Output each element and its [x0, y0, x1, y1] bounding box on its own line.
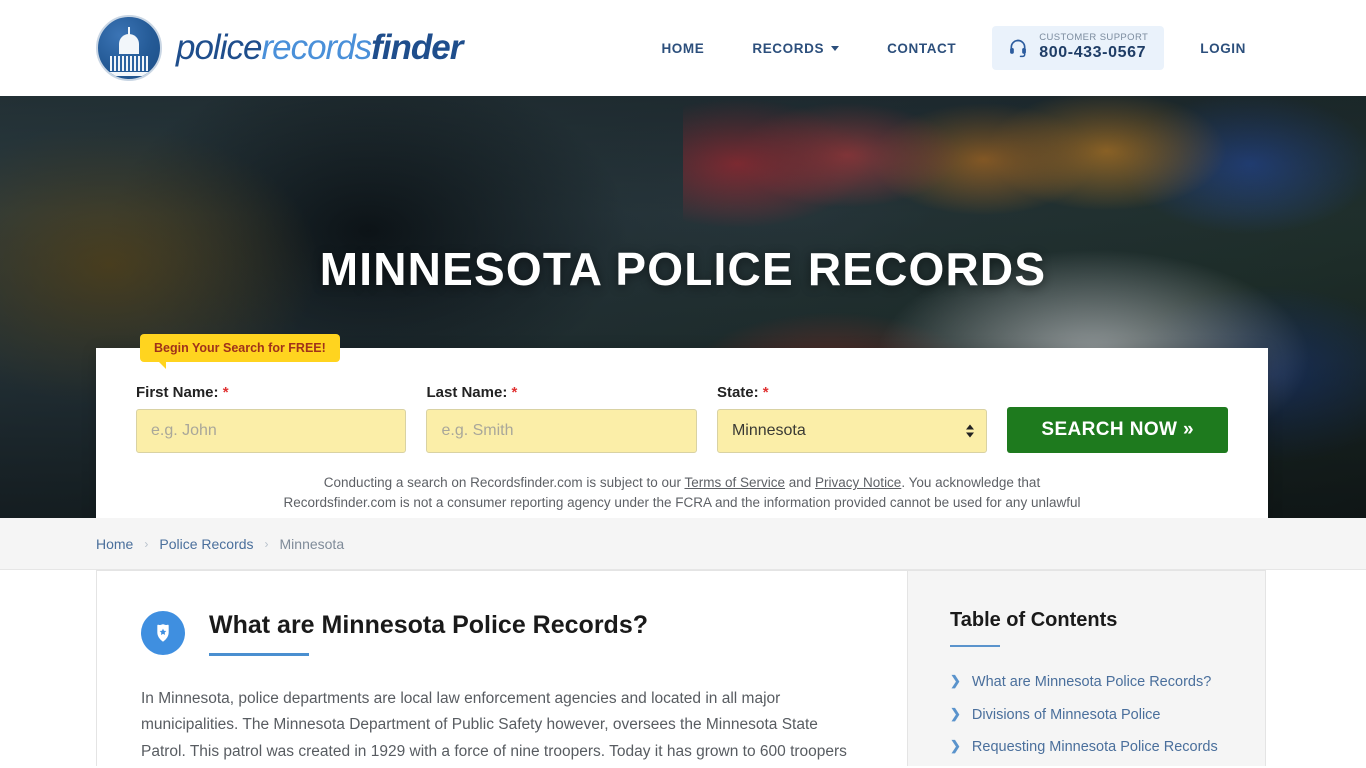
capitol-dome-seal-icon — [96, 15, 162, 81]
breadcrumb-separator-icon: › — [264, 536, 269, 551]
toc-heading-underline — [950, 645, 1000, 647]
nav-item-login[interactable]: LOGIN — [1176, 41, 1270, 56]
first-name-input[interactable] — [136, 409, 407, 453]
breadcrumb-bar: Home › Police Records › Minnesota — [0, 518, 1366, 570]
first-name-field-group: First Name: * — [136, 384, 407, 453]
site-header: policerecordsfinder HOME RECORDS CONTACT… — [0, 0, 1366, 96]
disclaimer-part-2: and — [785, 475, 816, 490]
toc-item-label[interactable]: Divisions of Minnesota Police — [972, 706, 1161, 726]
headset-icon — [1010, 39, 1027, 58]
toc-list: ❯ What are Minnesota Police Records? ❯ D… — [950, 673, 1239, 768]
last-name-required-mark: * — [511, 384, 518, 401]
last-name-label: Last Name: * — [426, 384, 696, 401]
free-search-badge: Begin Your Search for FREE! — [140, 334, 340, 369]
nav-label-records: RECORDS — [752, 40, 825, 56]
section-heading: What are Minnesota Police Records? — [209, 611, 648, 639]
page-body: What are Minnesota Police Records? In Mi… — [0, 570, 1366, 766]
page-title: MINNESOTA POLICE RECORDS — [319, 243, 1047, 295]
logo-wordmark: policerecordsfinder — [176, 28, 463, 68]
logo-text-finder: finder — [371, 28, 463, 67]
breadcrumb: Home › Police Records › Minnesota — [96, 536, 344, 552]
chevron-right-icon: ❯ — [950, 738, 961, 754]
section-paragraph: In Minnesota, police departments are loc… — [141, 689, 847, 761]
support-label: CUSTOMER SUPPORT — [1039, 32, 1149, 44]
toc-item-2[interactable]: ❯ Divisions of Minnesota Police — [950, 706, 1239, 726]
state-select[interactable]: Minnesota — [716, 409, 988, 453]
chevron-right-icon: ❯ — [950, 673, 961, 688]
last-name-label-text: Last Name: — [426, 384, 508, 401]
state-label: State: * — [717, 384, 987, 401]
first-name-required-mark: * — [222, 384, 229, 401]
last-name-field-group: Last Name: * — [426, 384, 697, 453]
chevron-right-icon: ❯ — [950, 705, 961, 721]
state-select-wrapper: Minnesota — [716, 409, 988, 453]
breadcrumb-item-police-records[interactable]: Police Records — [159, 536, 253, 552]
toc-item-label[interactable]: What are Minnesota Police Records? — [972, 673, 1211, 693]
nav-item-records[interactable]: RECORDS — [728, 41, 863, 56]
search-form-card: Begin Your Search for FREE! First Name: … — [96, 334, 1268, 518]
state-required-mark: * — [762, 384, 769, 401]
toc-item-3[interactable]: ❯ Requesting Minnesota Police Records — [950, 738, 1239, 758]
first-name-label-text: First Name: — [136, 384, 219, 401]
nav-item-home[interactable]: HOME — [637, 41, 728, 56]
breadcrumb-item-home[interactable]: Home — [96, 536, 133, 552]
nav-label-login: LOGIN — [1200, 40, 1246, 56]
section-header: What are Minnesota Police Records? — [141, 609, 863, 656]
toc-item-1[interactable]: ❯ What are Minnesota Police Records? — [950, 673, 1239, 693]
support-phone[interactable]: 800-433-0567 — [1039, 44, 1148, 62]
customer-support-badge[interactable]: CUSTOMER SUPPORT 800-433-0567 — [992, 26, 1165, 70]
logo-text-records: records — [261, 28, 372, 67]
disclaimer-part-1: Conducting a search on Recordsfinder.com… — [323, 475, 685, 490]
logo-text-police: police — [176, 28, 262, 67]
search-form-row: First Name: * Last Name: * State: * Mi — [136, 384, 1228, 453]
search-disclaimer: Conducting a search on Recordsfinder.com… — [267, 473, 1097, 518]
breadcrumb-item-minnesota: Minnesota — [279, 535, 345, 552]
heading-underline — [209, 652, 309, 656]
main-navigation: HOME RECORDS CONTACT CUSTOMER SUPPORT 80… — [637, 26, 1270, 70]
terms-of-service-link[interactable]: Terms of Service — [684, 475, 785, 490]
search-now-button[interactable]: SEARCH NOW » — [1007, 407, 1228, 453]
privacy-notice-link[interactable]: Privacy Notice — [815, 475, 901, 490]
last-name-input[interactable] — [426, 409, 697, 453]
state-field-group: State: * Minnesota — [716, 384, 988, 453]
table-of-contents-card: Table of Contents ❯ What are Minnesota P… — [908, 570, 1266, 766]
main-content-card: What are Minnesota Police Records? In Mi… — [96, 570, 908, 766]
first-name-label: First Name: * — [136, 384, 406, 401]
toc-item-label[interactable]: Requesting Minnesota Police Records — [972, 738, 1218, 758]
chevron-down-icon — [831, 45, 840, 51]
nav-label-home: HOME — [661, 40, 705, 56]
breadcrumb-separator-icon: › — [144, 536, 149, 551]
toc-heading: Table of Contents — [950, 609, 1118, 631]
nav-item-contact[interactable]: CONTACT — [863, 41, 980, 56]
site-logo[interactable]: policerecordsfinder — [96, 15, 463, 81]
section-title-wrapper: What are Minnesota Police Records? — [209, 609, 648, 656]
police-badge-shield-icon — [141, 611, 185, 655]
nav-label-contact: CONTACT — [887, 40, 957, 56]
state-label-text: State: — [716, 384, 759, 401]
hero-banner: MINNESOTA POLICE RECORDS Begin Your Sear… — [0, 96, 1366, 518]
